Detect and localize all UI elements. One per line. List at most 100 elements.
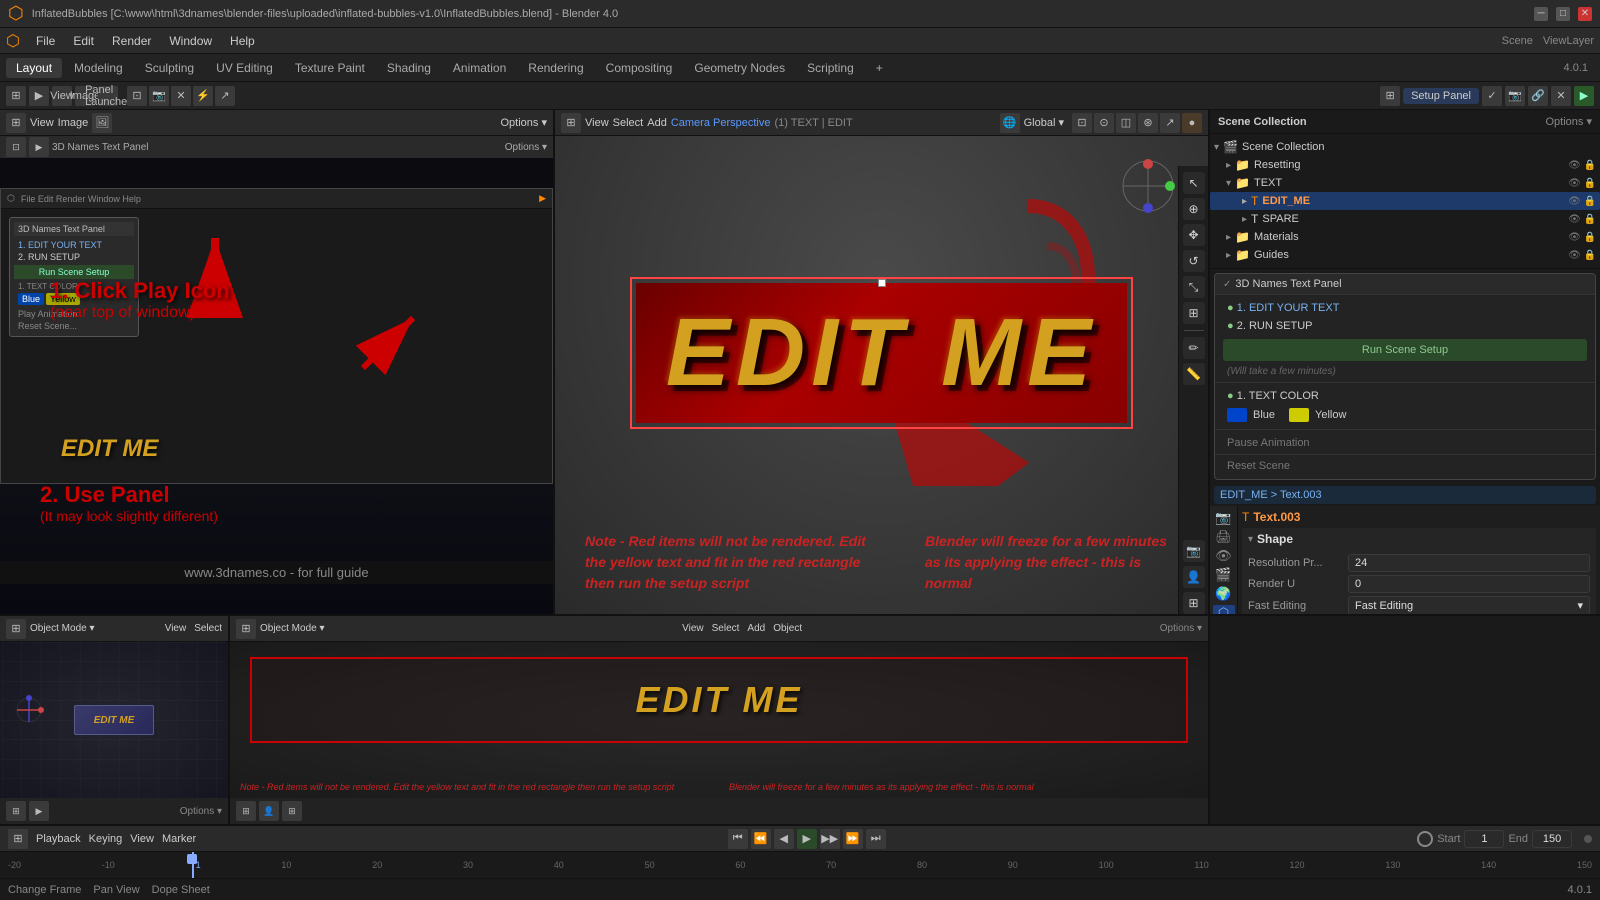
tree-materials[interactable]: ▸ 📁 Materials 👁 🔒 bbox=[1210, 228, 1600, 246]
current-frame-handle[interactable] bbox=[187, 854, 197, 864]
props-world-icon[interactable]: 🌍 bbox=[1213, 586, 1235, 602]
color-yellow-label[interactable]: Yellow bbox=[1315, 409, 1346, 421]
play-back-btn[interactable]: ◀ bbox=[774, 829, 794, 849]
tree-resetting[interactable]: ▸ 📁 Resetting 👁 🔒 bbox=[1210, 156, 1600, 174]
img-tb-1[interactable]: ⊡ bbox=[6, 137, 26, 157]
panel-item-1[interactable]: ● 1. EDIT YOUR TEXT bbox=[1215, 299, 1595, 317]
step-back-btn[interactable]: ⏪ bbox=[751, 829, 771, 849]
props-render-icon[interactable]: 📷 bbox=[1213, 510, 1235, 526]
minimize-button[interactable]: ─ bbox=[1534, 7, 1548, 21]
global-label[interactable]: Global ▾ bbox=[1024, 116, 1064, 129]
tab-modeling[interactable]: Modeling bbox=[64, 58, 133, 78]
tree-text[interactable]: ▾ 📁 TEXT 👁 🔒 bbox=[1210, 174, 1600, 192]
close-button[interactable]: ✕ bbox=[1578, 7, 1592, 21]
tab-animation[interactable]: Animation bbox=[443, 58, 516, 78]
panel-launcher-btn[interactable]: Panel Launcher bbox=[98, 86, 118, 106]
options-left[interactable]: Options ▾ bbox=[501, 116, 548, 129]
mode-icon[interactable]: ⊞ bbox=[6, 113, 26, 133]
tab-add[interactable]: + bbox=[866, 58, 893, 78]
tab-scripting[interactable]: Scripting bbox=[797, 58, 864, 78]
gizmo-icon[interactable]: ↗ bbox=[1160, 113, 1180, 133]
select-label[interactable]: Select bbox=[613, 117, 644, 129]
tool-people[interactable]: 👤 bbox=[1183, 566, 1205, 588]
setup-panel-close[interactable]: ✕ bbox=[1551, 86, 1571, 106]
marker-menu[interactable]: Marker bbox=[162, 833, 196, 845]
image-label-left[interactable]: Image bbox=[58, 117, 89, 129]
maximize-button[interactable]: □ bbox=[1556, 7, 1570, 21]
tab-shading[interactable]: Shading bbox=[377, 58, 441, 78]
bc-select-label[interactable]: Select bbox=[712, 623, 740, 634]
pause-animation-btn[interactable]: Pause Animation bbox=[1215, 434, 1595, 452]
reset-scene-btn[interactable]: Reset Scene bbox=[1215, 457, 1595, 475]
add-label[interactable]: Add bbox=[647, 117, 667, 129]
tab-rendering[interactable]: Rendering bbox=[518, 58, 593, 78]
vp-tool-1[interactable]: ⊡ bbox=[127, 86, 147, 106]
setup-panel-icon[interactable]: ⊞ bbox=[1380, 86, 1400, 106]
xray-icon[interactable]: ◫ bbox=[1116, 113, 1136, 133]
tool-cursor[interactable]: ⊕ bbox=[1183, 198, 1205, 220]
setup-panel-check[interactable]: ✓ bbox=[1482, 86, 1502, 106]
tool-grid[interactable]: ⊞ bbox=[1183, 592, 1205, 614]
menu-file[interactable]: File bbox=[28, 32, 63, 50]
tree-edit-me[interactable]: ▸ T EDIT_ME 👁 🔒 bbox=[1210, 192, 1600, 210]
tab-uv-editing[interactable]: UV Editing bbox=[206, 58, 283, 78]
tab-texture-paint[interactable]: Texture Paint bbox=[285, 58, 375, 78]
jump-end-btn[interactable]: ⏭ bbox=[866, 829, 886, 849]
keying-menu[interactable]: Keying bbox=[89, 833, 123, 845]
props-view-icon[interactable]: 👁 bbox=[1213, 548, 1235, 564]
bc-options[interactable]: Options ▾ bbox=[1160, 623, 1202, 634]
shape-header[interactable]: ▾ Shape bbox=[1242, 528, 1596, 550]
menu-render[interactable]: Render bbox=[104, 32, 159, 50]
menu-help[interactable]: Help bbox=[222, 32, 263, 50]
bl-options[interactable]: Options ▾ bbox=[180, 806, 222, 817]
play-icon[interactable]: ▶ bbox=[1574, 86, 1594, 106]
tab-sculpting[interactable]: Sculpting bbox=[135, 58, 204, 78]
color-yellow-swatch[interactable] bbox=[1289, 408, 1309, 422]
panel-item-2[interactable]: ● 2. RUN SETUP bbox=[1215, 317, 1595, 335]
run-setup-btn[interactable]: Run Scene Setup bbox=[1223, 339, 1587, 361]
timeline-mode-icon[interactable]: ⊞ bbox=[8, 829, 28, 849]
center-mode-icon[interactable]: ⊞ bbox=[561, 113, 581, 133]
vp-tool-5[interactable]: ↗ bbox=[215, 86, 235, 106]
view-label-left[interactable]: View bbox=[30, 117, 54, 129]
props-object-icon[interactable]: ⬡ bbox=[1213, 605, 1235, 614]
view-label-center[interactable]: View bbox=[585, 117, 609, 129]
bc-add-label[interactable]: Add bbox=[747, 623, 765, 634]
bc-mode-icon[interactable]: ⊞ bbox=[236, 619, 256, 639]
playback-menu[interactable]: Playback bbox=[36, 833, 81, 845]
fast-editing-dropdown[interactable]: Fast Editing▾ bbox=[1348, 596, 1590, 614]
start-frame-input[interactable]: 1 bbox=[1464, 830, 1504, 848]
play-forward-btn[interactable]: ▶▶ bbox=[820, 829, 840, 849]
step-forward-btn[interactable]: ⏩ bbox=[843, 829, 863, 849]
img-tb-2[interactable]: ▶ bbox=[29, 137, 49, 157]
menu-edit[interactable]: Edit bbox=[65, 32, 102, 50]
bc-tb-2[interactable]: 👤 bbox=[259, 801, 279, 821]
tool-transform[interactable]: ⊞ bbox=[1183, 302, 1205, 324]
color-blue-swatch[interactable] bbox=[1227, 408, 1247, 422]
panel-item-3[interactable]: ● 1. TEXT COLOR bbox=[1215, 387, 1595, 405]
snap-icon[interactable]: ⊡ bbox=[1072, 113, 1092, 133]
bl-view-label[interactable]: View bbox=[165, 623, 187, 634]
play-btn[interactable]: ▶ bbox=[797, 829, 817, 849]
tree-guides[interactable]: ▸ 📁 Guides 👁 🔒 bbox=[1210, 246, 1600, 264]
render-u-input[interactable]: 0 bbox=[1348, 575, 1590, 593]
view-menu-timeline[interactable]: View bbox=[130, 833, 154, 845]
res-pr-input[interactable]: 24 bbox=[1348, 554, 1590, 572]
viewport-icon-2[interactable]: ▶ bbox=[29, 86, 49, 106]
tab-compositing[interactable]: Compositing bbox=[596, 58, 683, 78]
bc-tb-1[interactable]: ⊞ bbox=[236, 801, 256, 821]
bl-select-label[interactable]: Select bbox=[194, 623, 222, 634]
tab-geometry-nodes[interactable]: Geometry Nodes bbox=[684, 58, 795, 78]
tool-select[interactable]: ↖ bbox=[1183, 172, 1205, 194]
proportional-icon[interactable]: ⊙ bbox=[1094, 113, 1114, 133]
tool-camera[interactable]: 📷 bbox=[1183, 540, 1205, 562]
render-mode-icon[interactable]: ● bbox=[1182, 113, 1202, 133]
bl-mode-icon[interactable]: ⊞ bbox=[6, 619, 26, 639]
props-output-icon[interactable]: 🖨 bbox=[1213, 529, 1235, 545]
jump-start-btn[interactable]: ⏮ bbox=[728, 829, 748, 849]
setup-panel-link[interactable]: 🔗 bbox=[1528, 86, 1548, 106]
vp-tool-4[interactable]: ⚡ bbox=[193, 86, 213, 106]
tree-scene-collection[interactable]: ▾ 🎬 Scene Collection bbox=[1210, 138, 1600, 156]
setup-panel-render[interactable]: 📷 bbox=[1505, 86, 1525, 106]
tree-spare[interactable]: ▸ T SPARE 👁 🔒 bbox=[1210, 210, 1600, 228]
